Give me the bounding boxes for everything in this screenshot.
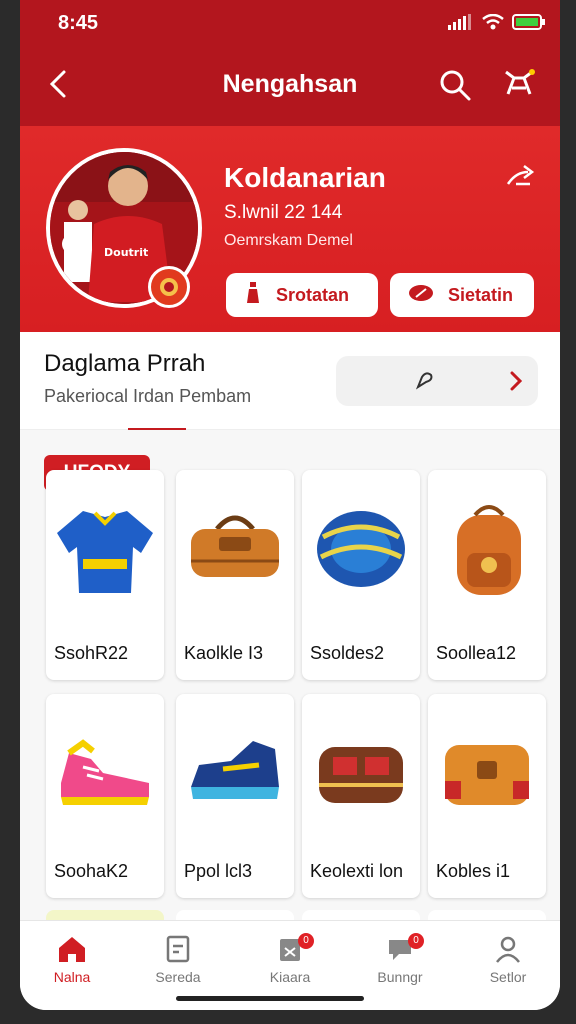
section-title: Daglama Prrah <box>44 350 206 377</box>
product-grid: UFODY SsohR22 Kaolkle I3 Ssoldes2 Soolle… <box>20 430 560 922</box>
profile-line1: S.lwnil 22 144 <box>224 202 343 223</box>
nav-item-4[interactable]: 0 Bunngr <box>350 929 450 985</box>
search-icon[interactable] <box>438 68 472 107</box>
nav-item-4-badge: 0 <box>408 933 424 949</box>
bag-icon <box>180 494 290 604</box>
chevron-right-icon <box>506 369 526 398</box>
backpack-icon <box>432 494 542 604</box>
section-header: Daglama Prrah Pakeriocal Irdan Pembam <box>20 332 560 431</box>
section-subtitle: Pakeriocal Irdan Pembam <box>44 386 252 406</box>
ball-ring-icon <box>306 494 416 604</box>
product-label: Soollea12 <box>436 643 517 663</box>
product-card[interactable]: Soollea12 <box>428 470 546 680</box>
nav-item-3[interactable]: 0 Kiaara <box>240 929 340 985</box>
signal-icon <box>448 14 474 35</box>
action-button-1[interactable]: Srotatan <box>226 273 378 317</box>
nav-item-2[interactable]: Sereda <box>128 929 228 985</box>
chat-icon: 0 <box>350 929 450 969</box>
share-icon[interactable] <box>506 164 536 197</box>
nav-home-label: Nalna <box>53 969 91 985</box>
nav-home[interactable]: Nalna <box>22 929 122 985</box>
action-button-2[interactable]: Sietatin <box>390 273 534 317</box>
shoe-icon <box>180 718 290 828</box>
book-icon <box>128 929 228 969</box>
product-card[interactable]: SoohaK2 <box>46 694 164 898</box>
status-icons <box>448 13 546 35</box>
product-card[interactable]: Ssoldes2 <box>302 470 420 680</box>
status-bar: 8:45 <box>20 0 560 52</box>
home-indicator <box>176 996 364 1001</box>
sneaker-icon <box>50 718 160 828</box>
product-label: SoohaK2 <box>54 861 129 881</box>
cart-icon[interactable] <box>502 68 536 107</box>
page-title: Nengahsan <box>222 70 358 98</box>
product-card[interactable]: Keolexti lon <box>302 694 420 898</box>
action-button-1-label: Srotatan <box>276 284 350 305</box>
profile-line2: Oemrskam Demel <box>224 232 353 249</box>
jersey-icon <box>50 494 160 604</box>
product-label: SsohR22 <box>54 643 129 663</box>
product-card[interactable]: Kaolkle I3 <box>176 470 294 680</box>
location-pin-icon <box>412 369 436 398</box>
battery-icon <box>512 14 546 35</box>
nav-item-4-label: Bunngr <box>377 969 423 985</box>
app-bar: Nengahsan <box>20 52 560 126</box>
user-icon <box>458 929 558 969</box>
jersey-text: Doutrit <box>104 246 148 259</box>
product-card[interactable]: SsohR22 <box>46 470 164 680</box>
product-label: Ssoldes2 <box>310 643 385 663</box>
nav-item-3-label: Kiaara <box>269 969 311 985</box>
pouch-icon <box>306 718 416 828</box>
profile-name: Koldanarian <box>224 162 386 193</box>
clipboard-icon: 0 <box>240 929 340 969</box>
team-badge-icon <box>148 266 190 308</box>
home-icon <box>22 929 122 969</box>
product-card[interactable]: Kobles i1 <box>428 694 546 898</box>
action-button-2-label: Sietatin <box>448 284 514 305</box>
product-label: Keolexti lon <box>310 861 404 881</box>
football-icon <box>408 283 434 308</box>
product-label: Kaolkle I3 <box>184 643 264 663</box>
nav-item-3-badge: 0 <box>298 933 314 949</box>
nav-profile[interactable]: Setlor <box>458 929 558 985</box>
product-label: Kobles i1 <box>436 861 511 881</box>
bottle-icon <box>244 281 262 310</box>
nav-item-2-label: Sereda <box>155 969 201 985</box>
app-screen: 8:45 Nengahsan Doutrit Koldanarian S.lwn… <box>20 0 560 1010</box>
product-card[interactable]: Ppol lcl3 <box>176 694 294 898</box>
product-label: Ppol lcl3 <box>184 861 253 881</box>
case-icon <box>432 718 542 828</box>
nav-profile-label: Setlor <box>489 969 527 985</box>
status-time: 8:45 <box>58 12 99 34</box>
location-selector[interactable] <box>336 356 538 406</box>
profile-banner: Doutrit Koldanarian S.lwnil 22 144 Oemrs… <box>20 126 560 332</box>
wifi-icon <box>482 13 504 35</box>
